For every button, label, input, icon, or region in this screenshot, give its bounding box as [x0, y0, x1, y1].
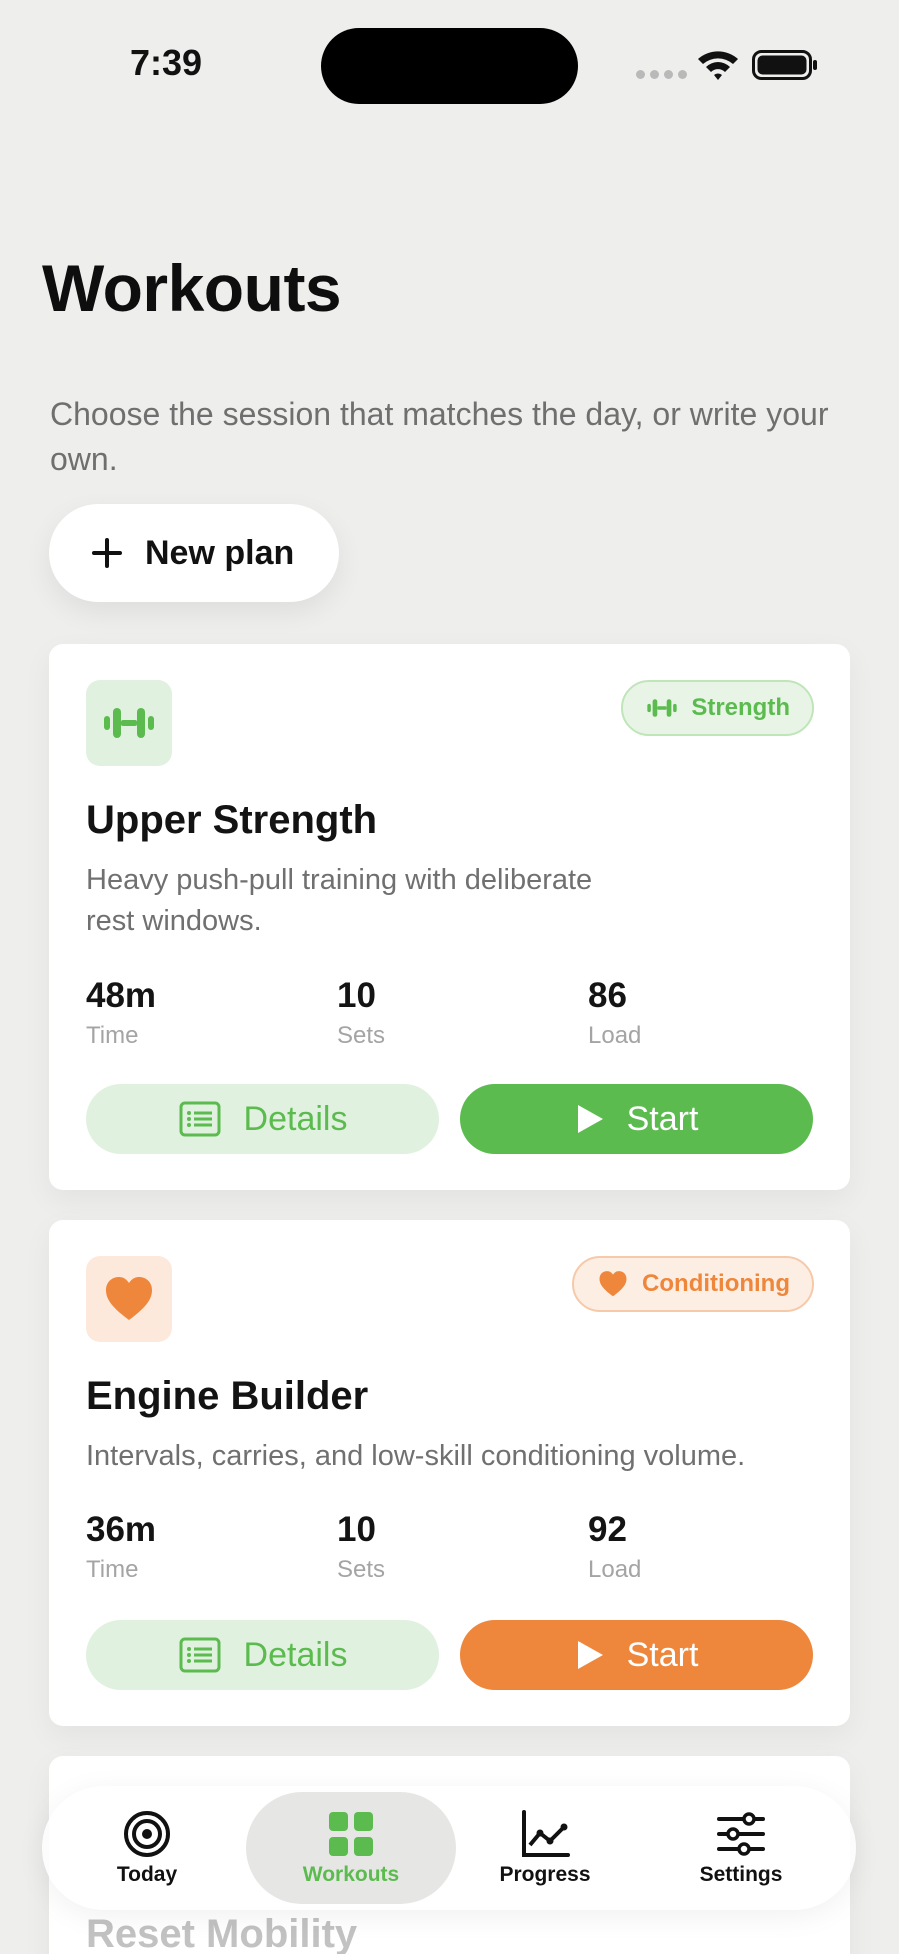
stat-sets: 10 Sets: [337, 976, 385, 1050]
stat-label: Load: [588, 1556, 642, 1583]
tab-label: Settings: [699, 1863, 783, 1886]
stat-load: 92 Load: [588, 1510, 641, 1584]
start-label: Start: [626, 1099, 699, 1138]
tab-today[interactable]: Today: [42, 1792, 252, 1904]
page-title: Workouts: [42, 251, 342, 325]
stat-value: 10: [337, 1510, 376, 1549]
details-button[interactable]: Details: [86, 1084, 439, 1154]
status-time: 7:39: [130, 42, 203, 83]
description-line: rest windows.: [86, 905, 262, 937]
chart-icon: [522, 1810, 570, 1857]
tab-label: Progress: [499, 1863, 591, 1886]
category-tag-label: Conditioning: [642, 1270, 790, 1297]
tab-workouts[interactable]: Workouts: [246, 1792, 456, 1904]
workout-card-engine-builder: Conditioning Engine Builder Intervals, c…: [49, 1220, 850, 1726]
cellular-signal-icon: [636, 70, 687, 79]
tab-label: Workouts: [302, 1863, 400, 1886]
stat-label: Load: [588, 1022, 642, 1049]
workout-description: Intervals, carries, and low-skill condit…: [86, 1436, 745, 1477]
dynamic-island: [321, 28, 578, 104]
start-label: Start: [626, 1635, 699, 1674]
stat-value: 10: [337, 976, 376, 1015]
stat-value: 36m: [86, 1510, 157, 1549]
grid-icon: [329, 1812, 373, 1856]
card-icon-badge: [86, 680, 172, 766]
stat-value: 86: [588, 976, 627, 1015]
workout-title: Reset Mobility: [86, 1912, 358, 1954]
details-label: Details: [243, 1635, 348, 1674]
description-line: Heavy push-pull training with deliberate: [86, 864, 593, 896]
category-tag: Conditioning: [572, 1256, 814, 1312]
new-plan-label: New plan: [145, 533, 295, 572]
list-document-icon: [179, 1101, 221, 1137]
dumbbell-icon: [104, 708, 154, 738]
tab-bar: Today Workouts Progress Settings: [42, 1786, 856, 1910]
stat-label: Time: [86, 1556, 139, 1583]
stat-load: 86 Load: [588, 976, 641, 1050]
plus-icon: [92, 538, 122, 568]
stat-sets: 10 Sets: [337, 1510, 385, 1584]
heart-icon: [106, 1277, 152, 1320]
wifi-icon: [698, 51, 738, 80]
list-document-icon: [179, 1637, 221, 1673]
tab-label: Today: [116, 1863, 178, 1886]
new-plan-button[interactable]: New plan: [49, 504, 339, 602]
stat-label: Time: [86, 1022, 139, 1049]
battery-icon: [752, 50, 817, 80]
stat-value: 48m: [86, 976, 157, 1015]
heart-icon: [599, 1271, 627, 1297]
stat-label: Sets: [337, 1556, 386, 1583]
category-tag: Strength: [621, 680, 814, 736]
tab-progress[interactable]: Progress: [440, 1792, 650, 1904]
category-tag-label: Strength: [691, 694, 790, 721]
stat-time: 48m Time: [86, 976, 156, 1050]
details-label: Details: [243, 1099, 348, 1138]
dumbbell-icon: [647, 699, 677, 717]
sliders-icon: [717, 1812, 765, 1856]
target-icon: [124, 1811, 170, 1857]
play-icon: [577, 1105, 603, 1133]
status-icons: [636, 48, 818, 82]
stat-value: 92: [588, 1510, 627, 1549]
stat-time: 36m Time: [86, 1510, 156, 1584]
page-subtitle: Choose the session that matches the day,…: [50, 396, 829, 477]
workout-title: Engine Builder: [86, 1374, 369, 1418]
description-line: Intervals, carries, and low-skill condit…: [86, 1440, 746, 1472]
tab-settings[interactable]: Settings: [636, 1792, 846, 1904]
details-button[interactable]: Details: [86, 1620, 439, 1690]
start-button[interactable]: Start: [460, 1620, 813, 1690]
play-icon: [577, 1641, 603, 1669]
workout-description: Heavy push-pull training with deliberate…: [86, 860, 592, 942]
workout-card-upper-strength: Strength Upper Strength Heavy push-pull …: [49, 644, 850, 1190]
card-icon-badge: [86, 1256, 172, 1342]
workout-title: Upper Strength: [86, 798, 378, 842]
start-button[interactable]: Start: [460, 1084, 813, 1154]
stat-label: Sets: [337, 1022, 386, 1049]
